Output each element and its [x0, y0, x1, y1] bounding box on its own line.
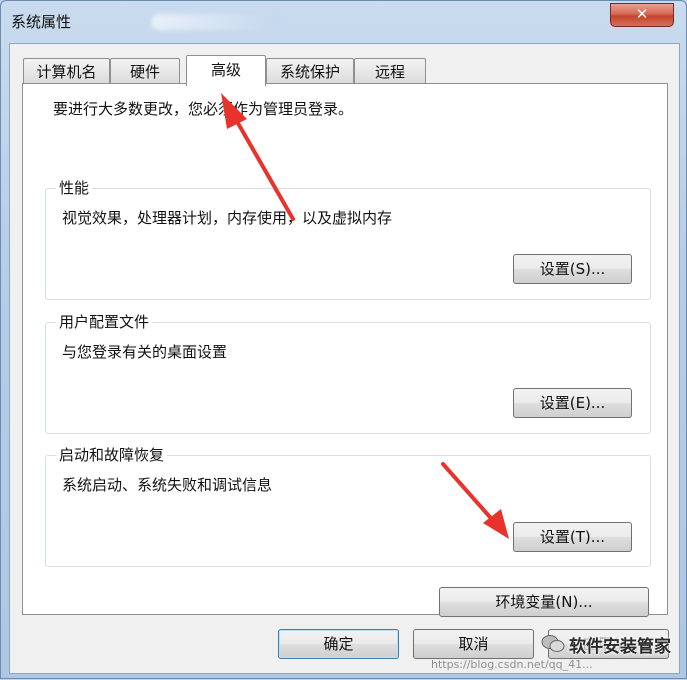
startup-recovery-group: 启动和故障恢复 系统启动、系统失败和调试信息 设置(T)... — [45, 444, 651, 567]
environment-variables-button[interactable]: 环境变量(N)... — [439, 587, 649, 617]
performance-group: 性能 视觉效果，处理器计划，内存使用，以及虚拟内存 设置(S)... — [45, 177, 651, 300]
wechat-icon — [541, 635, 565, 652]
user-profiles-title: 用户配置文件 — [56, 311, 153, 332]
tab-computer-name[interactable]: 计算机名 — [23, 58, 110, 84]
window-title: 系统属性 — [11, 13, 72, 31]
tab-advanced[interactable]: 高级 — [186, 55, 266, 86]
performance-settings-button[interactable]: 设置(S)... — [513, 254, 632, 284]
startup-recovery-title: 启动和故障恢复 — [56, 444, 168, 465]
performance-title: 性能 — [56, 177, 93, 198]
watermark-url: https://blog.csdn.net/qq_41... — [431, 658, 593, 671]
tab-hardware[interactable]: 硬件 — [110, 58, 180, 84]
startup-recovery-description: 系统启动、系统失败和调试信息 — [62, 476, 273, 494]
user-profiles-settings-button[interactable]: 设置(E)... — [513, 388, 632, 418]
dialog-client-area: 计算机名 硬件 高级 系统保护 远程 要进行大多数更改，您必须作为管理员登录。 … — [9, 43, 680, 674]
tab-system-protection[interactable]: 系统保护 — [266, 58, 354, 84]
advanced-tab-panel: 要进行大多数更改，您必须作为管理员登录。 性能 视觉效果，处理器计划，内存使用，… — [22, 83, 668, 617]
system-properties-window: 系统属性 ✕ 计算机名 硬件 高级 系统保护 远程 要进行大多数更改，您必须作为… — [0, 0, 687, 679]
user-profiles-group: 用户配置文件 与您登录有关的桌面设置 设置(E)... — [45, 311, 651, 434]
blurred-computer-name — [151, 14, 281, 30]
tab-remote[interactable]: 远程 — [354, 58, 426, 84]
watermark-brand: 软件安装管家 — [569, 637, 671, 657]
title-bar[interactable]: 系统属性 ✕ — [1, 1, 686, 43]
ok-button[interactable]: 确定 — [278, 629, 399, 659]
close-button[interactable]: ✕ — [610, 3, 674, 27]
startup-recovery-settings-button[interactable]: 设置(T)... — [513, 522, 632, 552]
performance-description: 视觉效果，处理器计划，内存使用，以及虚拟内存 — [62, 209, 393, 227]
cancel-button[interactable]: 取消 — [413, 629, 534, 659]
user-profiles-description: 与您登录有关的桌面设置 — [62, 343, 228, 361]
admin-notice: 要进行大多数更改，您必须作为管理员登录。 — [53, 100, 354, 118]
